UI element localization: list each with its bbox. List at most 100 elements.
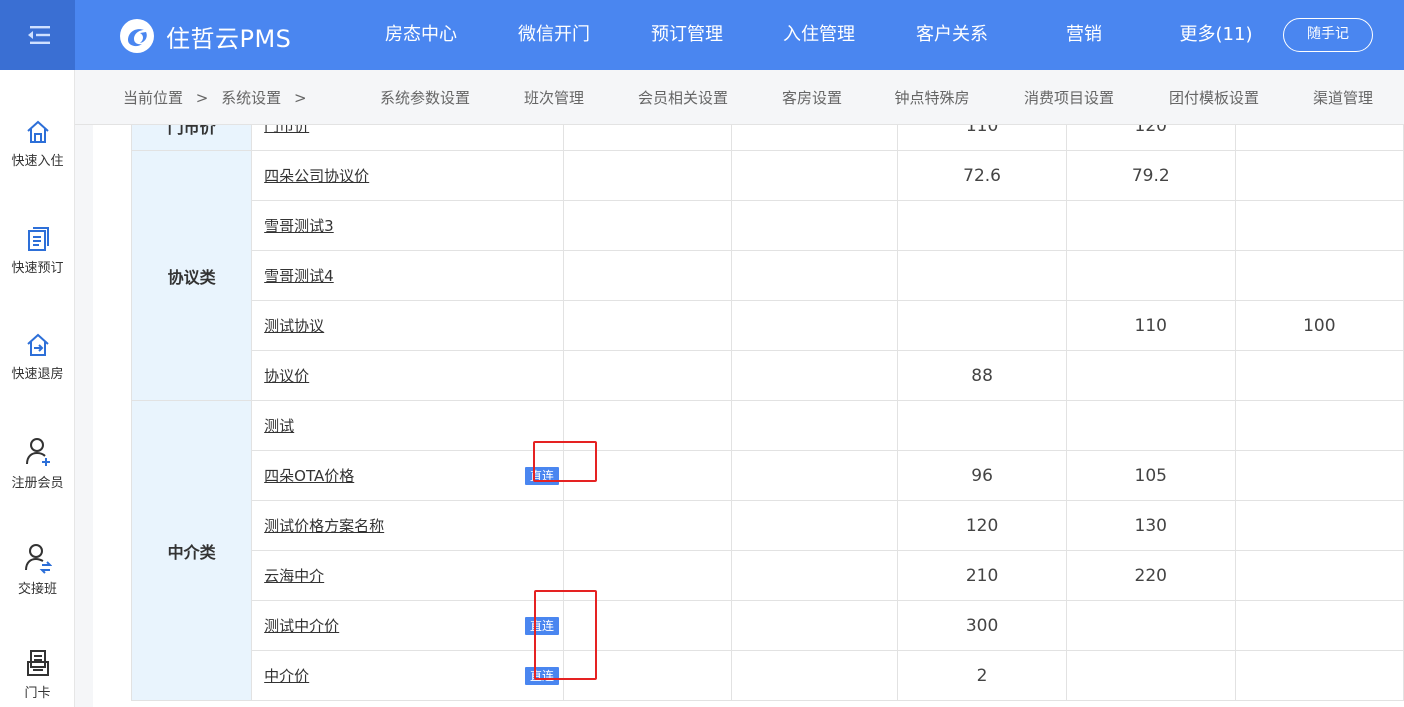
price-cell [897, 250, 1067, 301]
direct-connect-badge: 直连 [524, 466, 559, 485]
price-table-panel: 门市价 门市价 110 120 协议类 四朵公司协议价 72.6 79.2 雪哥测试3 雪哥测试4… [93, 125, 1404, 707]
nav-more[interactable]: 更多(11) [1180, 0, 1253, 70]
sidebar-item-quick-checkout[interactable]: 快速退房 [0, 331, 75, 382]
plan-name-link[interactable]: 测试价格方案名称 [264, 517, 384, 535]
price-cell [1234, 125, 1404, 151]
home-icon [26, 120, 49, 143]
table-row: 测试中介价 直连 300 [132, 600, 1404, 651]
sidebar-label: 门卡 [24, 686, 51, 701]
plan-name-link[interactable]: 测试中介价 [264, 617, 339, 635]
nav-wechat-door[interactable]: 微信开门 [518, 0, 590, 70]
sidebar-label: 快速入住 [11, 154, 64, 169]
sidebar-item-room-card[interactable]: 门卡 [0, 648, 75, 701]
plan-name-link[interactable]: 云海中介 [264, 567, 324, 585]
table-row: 门市价 门市价 110 120 [130, 125, 1404, 151]
price-cell [730, 450, 899, 501]
price-cell [1234, 150, 1404, 201]
price-cell [730, 300, 899, 351]
sidebar-item-register-member[interactable]: 注册会员 [0, 436, 75, 491]
price-cell [897, 300, 1067, 351]
price-cell [1234, 600, 1404, 651]
price-cell: 220 [1065, 550, 1236, 601]
nav-checkin[interactable]: 入住管理 [783, 0, 855, 70]
shift-user-icon [24, 544, 52, 574]
price-cell [1234, 650, 1404, 701]
price-cell [563, 125, 732, 151]
table-row: 四朵OTA价格 直连 96 105 [132, 450, 1404, 501]
nav-room-status[interactable]: 房态中心 [385, 0, 457, 70]
plan-name-link[interactable]: 四朵公司协议价 [264, 167, 369, 185]
plan-name-link[interactable]: 中介价 [264, 667, 309, 685]
table-row: 云海中介 210 220 [132, 550, 1404, 601]
table-row: 中介类 测试 [130, 400, 1404, 701]
price-cell [730, 400, 899, 451]
menu-toggle-button[interactable] [0, 0, 75, 70]
price-cell [563, 200, 732, 251]
price-cell [563, 450, 732, 501]
price-cell: 110 [897, 125, 1067, 151]
table-row: 雪哥测试4 [132, 250, 1404, 301]
price-cell [730, 550, 899, 601]
price-cell [1065, 650, 1236, 701]
plan-name-cell: 云海中介 [251, 550, 564, 601]
nav-customer[interactable]: 客户关系 [916, 0, 988, 70]
price-cell [563, 300, 732, 351]
price-cell [1234, 450, 1404, 501]
price-cell [563, 150, 732, 201]
plan-name-link[interactable]: 雪哥测试3 [264, 217, 334, 235]
sidebar-label: 交接班 [17, 582, 57, 597]
price-cell: 2 [897, 650, 1067, 701]
price-cell [1234, 500, 1404, 551]
price-cell [1234, 250, 1404, 301]
plan-name-link[interactable]: 测试协议 [264, 317, 324, 335]
price-cell [563, 650, 732, 701]
plan-name-link[interactable]: 协议价 [264, 367, 309, 385]
plan-name-link[interactable]: 四朵OTA价格 [264, 467, 354, 485]
sidebar-item-quick-checkin[interactable]: 快速入住 [0, 118, 75, 169]
nav-marketing[interactable]: 营销 [1066, 0, 1102, 70]
price-cell [1065, 600, 1236, 651]
plan-name-cell: 测试中介价 直连 [251, 600, 564, 651]
price-cell: 96 [897, 450, 1067, 501]
plan-name-cell: 门市价 [251, 125, 564, 151]
price-cell [1234, 200, 1404, 251]
tab-member-settings[interactable]: 会员相关设置 [638, 70, 728, 125]
plan-name-link[interactable]: 雪哥测试4 [264, 267, 334, 285]
tab-group-template[interactable]: 团付模板设置 [1169, 70, 1259, 125]
cloud-logo-icon [120, 19, 154, 53]
plan-name-link[interactable]: 门市价 [264, 125, 309, 135]
sidebar-label: 快速预订 [11, 261, 64, 276]
price-cell [1065, 200, 1236, 251]
plan-name-cell: 四朵公司协议价 [251, 150, 564, 201]
price-cell [1234, 350, 1404, 401]
table-row: 协议类 四朵公司协议价 72.6 79.2 [130, 150, 1404, 401]
nav-reservation[interactable]: 预订管理 [651, 0, 723, 70]
direct-connect-badge: 直连 [524, 616, 559, 635]
price-cell [1065, 250, 1236, 301]
table-row: 测试协议 110 100 [132, 300, 1404, 351]
tab-channel-management[interactable]: 渠道管理 [1313, 70, 1373, 125]
sidebar-item-quick-booking[interactable]: 快速预订 [0, 225, 75, 276]
breadcrumb-current[interactable]: 系统设置 [221, 89, 281, 107]
breadcrumb-separator: > [195, 89, 209, 107]
table-row: 雪哥测试3 [132, 200, 1404, 251]
sidebar-item-shift-handover[interactable]: 交接班 [0, 542, 75, 597]
price-cell: 120 [1065, 125, 1236, 151]
tab-consumption-items[interactable]: 消费项目设置 [1024, 70, 1114, 125]
tab-hourly-room[interactable]: 钟点特殊房 [894, 70, 969, 125]
tab-system-params[interactable]: 系统参数设置 [380, 70, 470, 125]
table-row: 中介价 直连 2 [132, 650, 1404, 701]
price-cell [730, 650, 899, 701]
plan-name-link[interactable]: 测试 [264, 417, 294, 435]
price-cell [1234, 400, 1404, 451]
price-cell: 88 [897, 350, 1067, 401]
card-icon [26, 650, 49, 676]
main-nav: 房态中心 微信开门 预订管理 入住管理 客户关系 营销 更多(11) [360, 0, 1254, 70]
price-cell [563, 500, 732, 551]
menu-collapse-icon [27, 26, 50, 44]
memo-button[interactable]: 随手记 [1283, 18, 1373, 52]
brand-logo[interactable]: 住哲云PMS [118, 18, 291, 54]
tab-room-settings[interactable]: 客房设置 [782, 70, 842, 125]
tab-shift-management[interactable]: 班次管理 [524, 70, 584, 125]
price-cell [730, 500, 899, 551]
